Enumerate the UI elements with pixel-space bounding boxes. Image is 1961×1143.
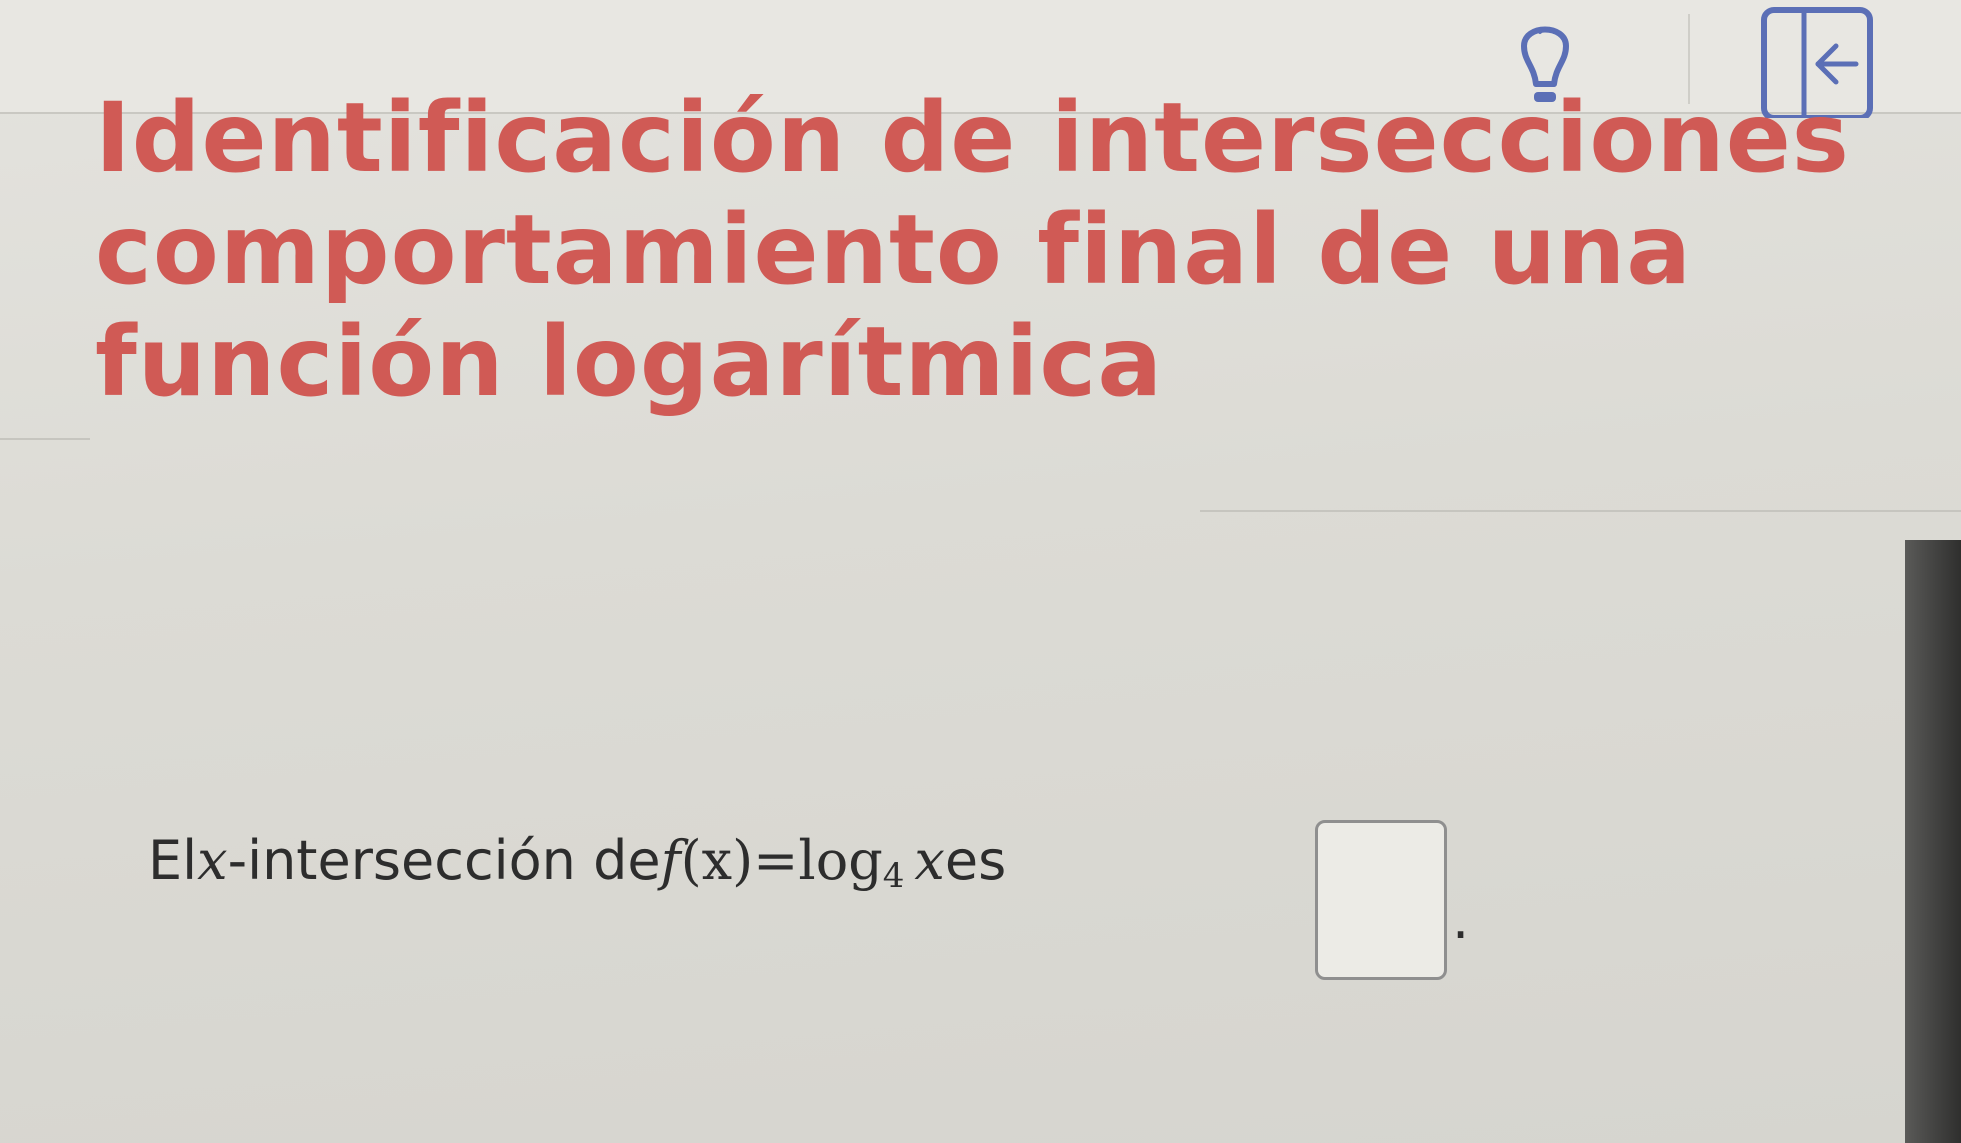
divider-line bbox=[1200, 510, 1961, 512]
page-title: Identificación de intersecciones comport… bbox=[95, 82, 1935, 418]
question-prefix: El bbox=[148, 828, 198, 892]
function-name: f bbox=[660, 828, 681, 892]
title-line-1: Identificación de intersecciones bbox=[95, 82, 1850, 194]
title-line-3: función logarítmica bbox=[95, 306, 1164, 418]
app-screen: Identificación de intersecciones comport… bbox=[0, 0, 1961, 1143]
question-variable: x bbox=[197, 828, 228, 892]
log-argument: x bbox=[914, 828, 945, 892]
log-base: 4 bbox=[882, 856, 905, 896]
log-operator: log bbox=[798, 828, 883, 892]
question-middle: -intersección de bbox=[227, 828, 661, 892]
equals-sign: = bbox=[753, 828, 799, 892]
divider-line bbox=[0, 438, 90, 440]
question-suffix: es bbox=[944, 828, 1007, 892]
screen-edge bbox=[1905, 540, 1961, 1143]
answer-input[interactable] bbox=[1315, 820, 1447, 980]
title-line-2: comportamiento final de una bbox=[95, 194, 1693, 306]
question-text: El x -intersección de f (x) = log 4 x es bbox=[148, 810, 1006, 910]
question-period: . bbox=[1452, 888, 1470, 951]
function-argument: (x) bbox=[680, 828, 754, 892]
